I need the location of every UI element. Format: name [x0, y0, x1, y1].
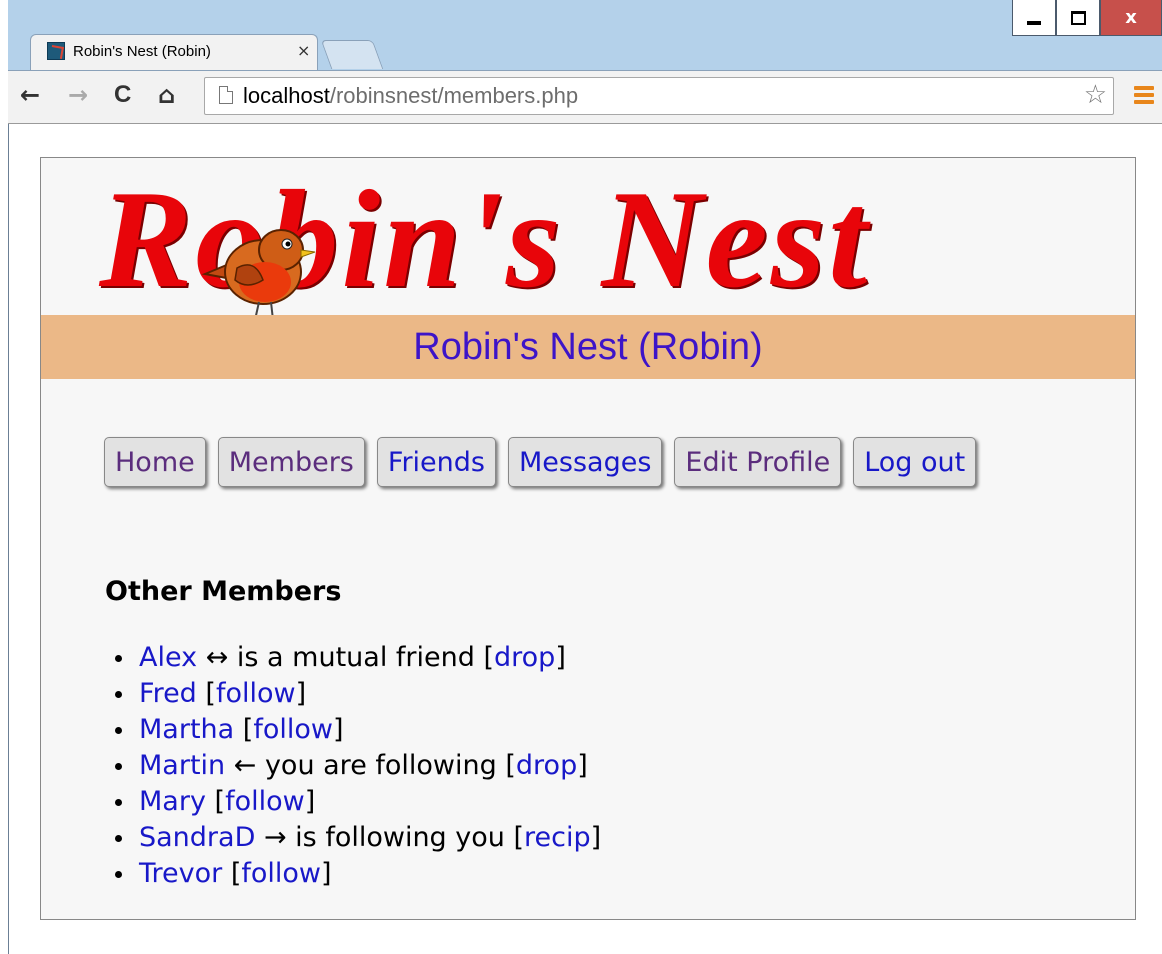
member-link[interactable]: Martin	[139, 750, 225, 781]
member-link[interactable]: Mary	[139, 786, 206, 817]
member-status: ← you are following	[225, 750, 506, 781]
member-link[interactable]: SandraD	[139, 822, 255, 853]
members-heading: Other Members	[105, 576, 342, 607]
nav-label: Messages	[518, 446, 652, 478]
menu-icon[interactable]	[1134, 86, 1154, 106]
member-status	[206, 786, 215, 817]
list-item: Fred [follow]	[114, 676, 601, 712]
window-left-edge	[0, 0, 9, 954]
close-window-button[interactable]: x	[1100, 0, 1162, 36]
site-logo: Robin's Nest	[99, 170, 1089, 325]
page-icon	[219, 86, 233, 104]
forward-button[interactable]: →	[68, 81, 88, 109]
site-banner: Robin's Nest (Robin)	[41, 315, 1135, 379]
window-controls: x	[1012, 0, 1162, 38]
nav-label: Members	[228, 446, 354, 478]
nav-label: Home	[115, 446, 195, 478]
list-item: Mary [follow]	[114, 784, 601, 820]
list-item: SandraD → is following you [recip]	[114, 820, 601, 856]
member-link[interactable]: Alex	[139, 642, 197, 673]
url-host: localhost	[243, 83, 330, 108]
close-icon: x	[1125, 7, 1137, 28]
list-item: Trevor [follow]	[114, 856, 601, 892]
member-link[interactable]: Fred	[139, 678, 197, 709]
url-text: localhost/robinsnest/members.php	[243, 83, 578, 109]
minimize-button[interactable]	[1012, 0, 1056, 36]
member-action-link[interactable]: follow	[253, 714, 333, 745]
tab-title: Robin's Nest (Robin)	[73, 43, 211, 60]
member-action-link[interactable]: follow	[225, 786, 305, 817]
nav-friends-button[interactable]: Friends	[376, 437, 496, 487]
favicon-icon	[47, 42, 65, 60]
browser-tab[interactable]: Robin's Nest (Robin) ×	[30, 34, 318, 70]
list-item: Martha [follow]	[114, 712, 601, 748]
robin-bird-icon	[201, 229, 316, 325]
member-status	[222, 858, 231, 889]
member-status: → is following you	[255, 822, 514, 853]
nav-log-out-button[interactable]: Log out	[853, 437, 977, 487]
nav-label: Log out	[864, 446, 966, 478]
tab-close-icon[interactable]: ×	[297, 41, 310, 60]
list-item: Martin ← you are following [drop]	[114, 748, 601, 784]
address-bar[interactable]: localhost/robinsnest/members.php ☆	[204, 77, 1114, 115]
back-button[interactable]: ←	[20, 81, 40, 109]
member-link[interactable]: Martha	[139, 714, 234, 745]
member-status: ↔ is a mutual friend	[197, 642, 484, 673]
nav-edit-profile-button[interactable]: Edit Profile	[674, 437, 842, 487]
nav-home-button[interactable]: Home	[104, 437, 206, 487]
page-content: Robin's Nest Robin's Nest (Robin) Home M…	[40, 157, 1136, 920]
member-status	[234, 714, 243, 745]
member-action-link[interactable]: drop	[516, 750, 577, 781]
members-list: Alex ↔ is a mutual friend [drop] Fred [f…	[114, 640, 601, 892]
main-nav: Home Members Friends Messages Edit Profi…	[104, 437, 988, 487]
nav-messages-button[interactable]: Messages	[507, 437, 663, 487]
nav-label: Friends	[387, 446, 485, 478]
list-item: Alex ↔ is a mutual friend [drop]	[114, 640, 601, 676]
member-action-link[interactable]: recip	[524, 822, 591, 853]
bookmark-star-icon[interactable]: ☆	[1084, 80, 1107, 110]
new-tab-button[interactable]	[320, 40, 384, 69]
browser-chrome: Robin's Nest (Robin) × x ← → C ⌂ localho…	[8, 0, 1162, 124]
browser-toolbar: ← → C ⌂ localhost/robinsnest/members.php…	[8, 70, 1162, 124]
member-link[interactable]: Trevor	[139, 858, 222, 889]
tab-strip: Robin's Nest (Robin) × x	[8, 0, 1162, 70]
nav-members-button[interactable]: Members	[217, 437, 365, 487]
member-action-link[interactable]: follow	[216, 678, 296, 709]
member-action-link[interactable]: follow	[241, 858, 321, 889]
reload-button[interactable]: C	[114, 81, 131, 109]
member-action-link[interactable]: drop	[494, 642, 555, 673]
url-path: /robinsnest/members.php	[329, 83, 579, 108]
banner-title: Robin's Nest (Robin)	[413, 326, 763, 368]
nav-label: Edit Profile	[685, 446, 831, 478]
maximize-button[interactable]	[1056, 0, 1100, 36]
home-button[interactable]: ⌂	[158, 81, 175, 109]
